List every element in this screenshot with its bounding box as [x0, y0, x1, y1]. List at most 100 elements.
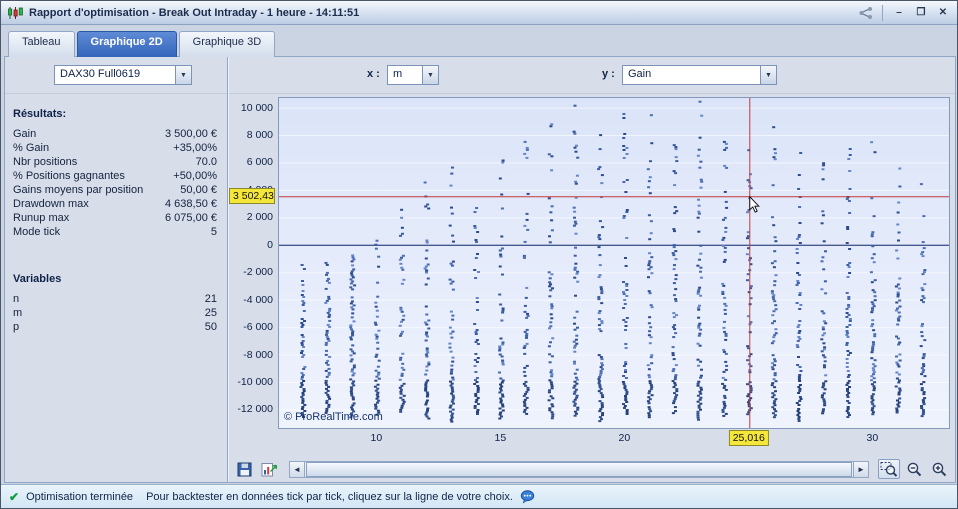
variables-list: n 21 m 25p50: [13, 292, 217, 334]
y-tick-label: -2 000: [243, 266, 273, 278]
results-title: Résultats:: [13, 108, 217, 120]
minimize-button[interactable]: –: [891, 5, 907, 20]
close-button[interactable]: ✕: [935, 5, 951, 20]
variable-row-label: n: [13, 292, 19, 306]
result-row: Mode tick 5: [13, 225, 217, 239]
y-axis-select[interactable]: Gain ▼: [622, 65, 777, 85]
variables-title: Variables: [13, 273, 217, 285]
plot-area[interactable]: © ProRealTime.com: [278, 97, 950, 429]
share-icon[interactable]: [858, 6, 874, 20]
y-axis-labels: 10 0008 0006 0004 0002 0000-2 000-4 000-…: [228, 97, 276, 429]
titlebar: Rapport d'optimisation - Break Out Intra…: [1, 1, 957, 25]
result-row-label: Gains moyens par position: [13, 183, 143, 197]
result-row-label: Runup max: [13, 211, 69, 225]
result-row-label: Nbr positions: [13, 155, 77, 169]
result-row-label: Mode tick: [13, 225, 60, 239]
variable-row-value: 25: [205, 306, 217, 320]
variable-row: m 25: [13, 306, 217, 320]
check-icon: ✔: [9, 490, 19, 504]
y-tick-label: -10 000: [237, 376, 273, 388]
titlebar-separator: [882, 5, 883, 21]
y-tick-label: 6 000: [247, 156, 273, 168]
variable-row-label: m: [13, 306, 22, 320]
crosshair-y-label: 3 502,43: [229, 188, 275, 204]
result-row-value: 4 638,50 €: [165, 197, 217, 211]
result-row-value: 6 075,00 €: [165, 211, 217, 225]
result-row-value: 3 500,00 €: [165, 127, 217, 141]
result-row-label: Drawdown max: [13, 197, 89, 211]
result-row: Gain 3 500,00 €: [13, 127, 217, 141]
chevron-down-icon: ▼: [422, 66, 438, 84]
instrument-select[interactable]: DAX30 Full0619 ▼: [54, 65, 192, 85]
chat-bubble-icon: [520, 490, 535, 504]
status-text: Optimisation terminée: [26, 491, 133, 503]
x-tick-label: 10: [371, 432, 383, 444]
y-tick-label: -6 000: [243, 321, 273, 333]
result-row-value: 50,00 €: [180, 183, 217, 197]
result-row-label: Gain: [13, 127, 36, 141]
scatter-canvas[interactable]: [279, 98, 950, 429]
horizontal-scrollbar[interactable]: ◄ ►: [289, 461, 869, 478]
result-row-value: +35,00%: [173, 141, 217, 155]
zoom-selection-button[interactable]: [878, 459, 900, 479]
results-list: Gain3 500,00 €% Gain+35,00%Nbr positions…: [13, 127, 217, 239]
instrument-value: DAX30 Full0619: [55, 66, 175, 84]
zoom-in-button[interactable]: [928, 459, 950, 479]
x-tick-label: 30: [867, 432, 879, 444]
x-tick-label: 15: [495, 432, 507, 444]
result-row: Drawdown max 4 638,50 €: [13, 197, 217, 211]
optimization-report-window: Rapport d'optimisation - Break Out Intra…: [0, 0, 958, 509]
top-strip: DAX30 Full0619 ▼ x : m ▼ y : Gain ▼: [5, 57, 955, 94]
zoom-out-button[interactable]: [903, 459, 925, 479]
status-hint: Pour backtester en données tick par tick…: [146, 491, 513, 503]
y-tick-label: 8 000: [247, 129, 273, 141]
watermark: © ProRealTime.com: [284, 411, 383, 423]
chevron-down-icon: ▼: [760, 66, 776, 84]
scrollbar-track[interactable]: [305, 462, 853, 477]
chart-panel: 10 0008 0006 0004 0002 0000-2 000-4 000-…: [228, 94, 955, 482]
variable-row: p50: [13, 320, 217, 334]
tab-tableau[interactable]: Tableau: [8, 31, 75, 57]
tabbar: TableauGraphique 2DGraphique 3D: [8, 31, 275, 57]
main-panel: DAX30 Full0619 ▼ x : m ▼ y : Gain ▼ Résu…: [4, 56, 956, 483]
result-row-label: % Positions gagnantes: [13, 169, 125, 183]
x-axis-select-value: m: [388, 66, 422, 84]
result-row-value: 5: [211, 225, 217, 239]
window-title: Rapport d'optimisation - Break Out Intra…: [29, 7, 359, 19]
mouse-cursor: [750, 197, 759, 212]
tab-graphique-2d[interactable]: Graphique 2D: [77, 31, 177, 57]
tab-graphique-3d[interactable]: Graphique 3D: [179, 31, 276, 57]
result-row: Gains moyens par position 50,00 €: [13, 183, 217, 197]
y-tick-label: 10 000: [241, 102, 273, 114]
result-row-label: % Gain: [13, 141, 49, 155]
y-tick-label: -4 000: [243, 294, 273, 306]
x-tick-label: 20: [619, 432, 631, 444]
result-row: Nbr positions 70.0: [13, 155, 217, 169]
x-axis-select[interactable]: m ▼: [387, 65, 439, 85]
app-icon: [7, 6, 23, 20]
y-tick-label: 2 000: [247, 211, 273, 223]
y-tick-label: -8 000: [243, 349, 273, 361]
crosshair-x-label: 25,016: [729, 430, 769, 446]
chevron-down-icon: ▼: [175, 66, 191, 84]
y-axis-select-value: Gain: [623, 66, 760, 84]
scrollbar-thumb[interactable]: [306, 462, 852, 477]
result-row-value: +50,00%: [173, 169, 217, 183]
save-button[interactable]: [233, 459, 255, 479]
export-chart-button[interactable]: [258, 459, 280, 479]
scroll-right-button[interactable]: ►: [853, 462, 868, 477]
variable-row-value: 21: [205, 292, 217, 306]
result-row: % Positions gagnantes +50,00%: [13, 169, 217, 183]
result-row: % Gain +35,00%: [13, 141, 217, 155]
result-row-value: 70.0: [196, 155, 217, 169]
variable-row: n 21: [13, 292, 217, 306]
variable-row-label: p: [13, 320, 19, 334]
maximize-button[interactable]: ❐: [913, 5, 929, 20]
statusbar: ✔ Optimisation terminée Pour backtester …: [1, 484, 957, 508]
scroll-left-button[interactable]: ◄: [290, 462, 305, 477]
y-tick-label: 0: [267, 239, 273, 251]
result-row: Runup max 6 075,00 €: [13, 211, 217, 225]
x-axis-labels: 10 15 20 30: [278, 431, 950, 447]
y-axis-select-label: y :: [602, 68, 615, 80]
chart-toolbar: ◄ ►: [228, 456, 955, 482]
